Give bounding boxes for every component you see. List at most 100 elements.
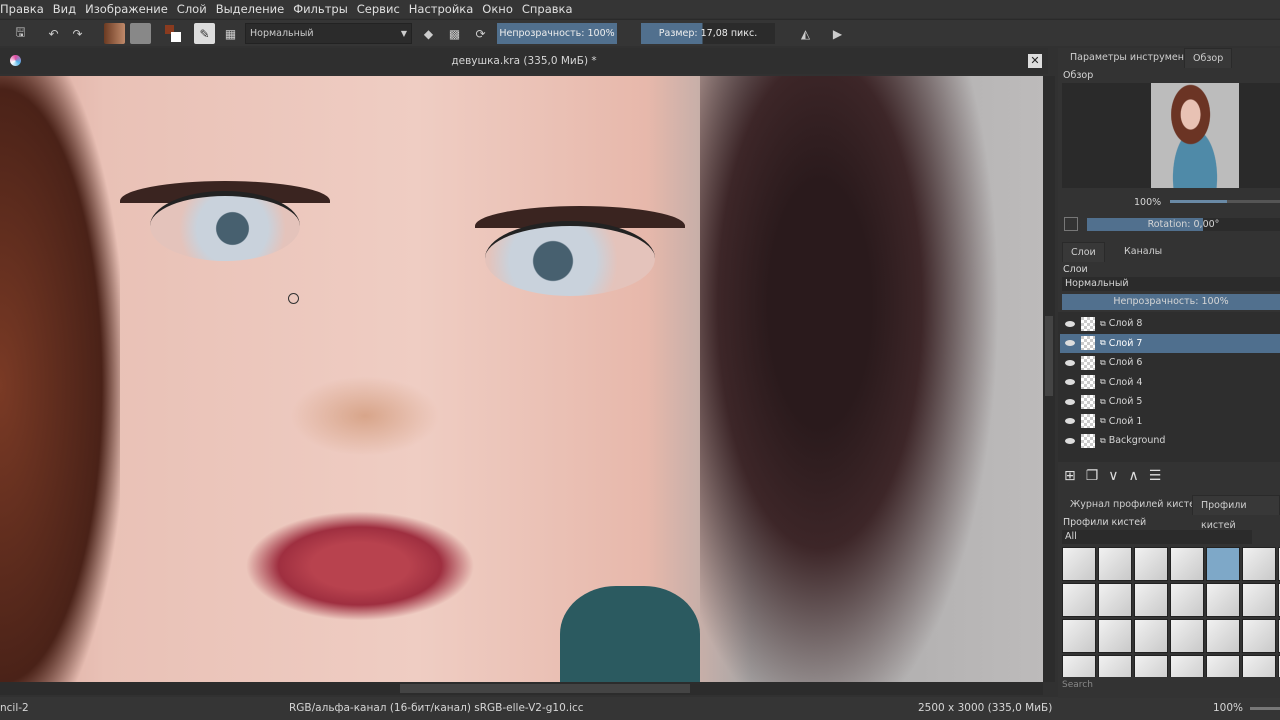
overview-area[interactable]	[1062, 83, 1280, 188]
opacity-slider[interactable]: Непрозрачность: 100%	[497, 23, 617, 44]
visibility-eye-icon[interactable]	[1065, 418, 1075, 424]
blend-mode-select[interactable]: Нормальный ▼	[245, 23, 412, 44]
brush-preset-icon[interactable]: ✎	[194, 23, 215, 44]
brush-preset[interactable]	[1206, 547, 1240, 581]
undo-icon[interactable]: ↶	[43, 23, 64, 44]
color-swap[interactable]	[162, 23, 183, 44]
overview-zoom-slider[interactable]	[1170, 200, 1280, 203]
menu-window[interactable]: Окно	[482, 2, 513, 16]
zoom-slider[interactable]	[1250, 707, 1280, 710]
brush-preset[interactable]	[1134, 547, 1168, 581]
inherit-alpha-icon[interactable]: ⧉	[1100, 397, 1106, 407]
brush-preset[interactable]	[1242, 583, 1276, 617]
brush-preset[interactable]	[1062, 547, 1096, 581]
visibility-eye-icon[interactable]	[1065, 359, 1075, 366]
mirror-horizontal-icon[interactable]: ◭	[795, 23, 816, 44]
brush-tag-select[interactable]: All	[1062, 530, 1252, 544]
tab-layers[interactable]: Слои	[1062, 242, 1105, 262]
rotation-slider[interactable]: Rotation: 0,00°	[1087, 218, 1280, 231]
brush-preset[interactable]	[1170, 619, 1204, 653]
visibility-eye-icon[interactable]	[1065, 320, 1075, 327]
menu-help[interactable]: Справка	[522, 2, 573, 16]
menu-image[interactable]: Изображение	[85, 2, 168, 16]
menu-view[interactable]: Вид	[53, 2, 76, 16]
tab-brush-presets[interactable]: Профили кистей	[1192, 495, 1280, 531]
layer-row[interactable]: ⧉ Слой 5	[1060, 392, 1280, 411]
visibility-eye-icon[interactable]	[1065, 398, 1075, 405]
brush-preset[interactable]	[1242, 547, 1276, 581]
brush-preset[interactable]	[1098, 583, 1132, 617]
vertical-scrollbar[interactable]	[1043, 76, 1055, 682]
tab-tool-options[interactable]: Параметры инструмента	[1062, 48, 1203, 68]
brush-preset[interactable]	[1134, 583, 1168, 617]
menu-filters[interactable]: Фильтры	[293, 2, 348, 16]
hair-left	[0, 76, 120, 682]
brush-settings-icon[interactable]: ▦	[220, 23, 241, 44]
tab-channels[interactable]: Каналы	[1116, 242, 1170, 262]
menu-settings[interactable]: Настройка	[409, 2, 474, 16]
menu-select[interactable]: Выделение	[216, 2, 285, 16]
brush-preset[interactable]	[1206, 583, 1240, 617]
brush-preset[interactable]	[1134, 619, 1168, 653]
layer-opacity-slider[interactable]: Непрозрачность: 100%	[1062, 294, 1280, 310]
move-up-icon[interactable]: ∧	[1129, 468, 1149, 484]
canvas[interactable]	[0, 76, 1043, 682]
collar	[560, 586, 700, 682]
layer-row[interactable]: ⧉ Слой 7	[1060, 333, 1280, 353]
layer-row[interactable]: ⧉ Слой 1	[1060, 412, 1280, 431]
visibility-eye-icon[interactable]	[1065, 379, 1075, 385]
brush-preset[interactable]	[1242, 655, 1276, 677]
brush-preset[interactable]	[1206, 619, 1240, 653]
horizontal-scrollbar[interactable]	[0, 682, 1043, 695]
layer-row[interactable]: ⧉ Слой 4	[1060, 373, 1280, 392]
visibility-eye-icon[interactable]	[1065, 437, 1075, 444]
brush-preset[interactable]	[1170, 655, 1204, 677]
layer-row[interactable]: ⧉ Слой 8	[1060, 314, 1280, 333]
document-tab[interactable]: девушка.kra (335,0 МиБ) * ✕	[0, 48, 1048, 74]
tab-overview[interactable]: Обзор	[1184, 48, 1233, 68]
brush-preset[interactable]	[1134, 655, 1168, 677]
inherit-alpha-icon[interactable]: ⧉	[1100, 416, 1106, 426]
menu-tools[interactable]: Сервис	[357, 2, 400, 16]
layer-row[interactable]: ⧉ Слой 6	[1060, 353, 1280, 372]
brush-preset[interactable]	[1062, 619, 1096, 653]
tab-brush-history[interactable]: Журнал профилей кистей	[1062, 495, 1209, 515]
move-down-icon[interactable]: ∨	[1108, 468, 1128, 484]
alpha-lock-icon[interactable]: ▩	[444, 23, 465, 44]
brush-preset[interactable]	[1098, 655, 1132, 677]
layer-row[interactable]: ⧉ Background	[1060, 431, 1280, 450]
mirror-vertical-icon[interactable]: ▶	[827, 23, 848, 44]
close-icon[interactable]: ✕	[1028, 54, 1042, 68]
size-slider[interactable]: Размер: 17,08 пикс.	[641, 23, 775, 44]
inherit-alpha-icon[interactable]: ⧉	[1100, 436, 1106, 446]
brush-preset[interactable]	[1062, 583, 1096, 617]
redo-icon[interactable]: ↷	[67, 23, 88, 44]
mirror-view-icon[interactable]	[1064, 217, 1078, 231]
layer-properties-icon[interactable]: ☰	[1149, 468, 1172, 484]
brush-preset[interactable]	[1098, 547, 1132, 581]
brush-preset[interactable]	[1242, 619, 1276, 653]
inherit-alpha-icon[interactable]: ⧉	[1100, 358, 1106, 368]
menu-edit[interactable]: Правка	[0, 2, 44, 16]
inherit-alpha-icon[interactable]: ⧉	[1100, 319, 1106, 329]
duplicate-layer-icon[interactable]: ❐	[1086, 468, 1109, 484]
brush-preset[interactable]	[1098, 619, 1132, 653]
inherit-alpha-icon[interactable]: ⧉	[1100, 338, 1106, 348]
brush-preset[interactable]	[1170, 547, 1204, 581]
brush-preset[interactable]	[1206, 655, 1240, 677]
menu-layer[interactable]: Слой	[177, 2, 207, 16]
add-layer-icon[interactable]: ⊞	[1064, 468, 1086, 484]
layer-name: Слой 1	[1108, 415, 1143, 427]
pattern-button[interactable]	[130, 23, 151, 44]
gradient-button[interactable]	[104, 23, 125, 44]
right-dock: Параметры инструмента Обзор Обзор 100% R…	[1058, 48, 1280, 698]
brush-preset[interactable]	[1170, 583, 1204, 617]
inherit-alpha-icon[interactable]: ⧉	[1100, 377, 1106, 387]
brush-preset[interactable]	[1062, 655, 1096, 677]
brush-search-input[interactable]: Search	[1062, 680, 1093, 690]
reload-icon[interactable]: ⟳	[470, 23, 491, 44]
save-icon[interactable]: 🖫	[10, 23, 31, 44]
visibility-eye-icon[interactable]	[1065, 340, 1075, 346]
layer-blend-select[interactable]: Нормальный	[1062, 277, 1280, 291]
eraser-icon[interactable]: ◆	[418, 23, 439, 44]
